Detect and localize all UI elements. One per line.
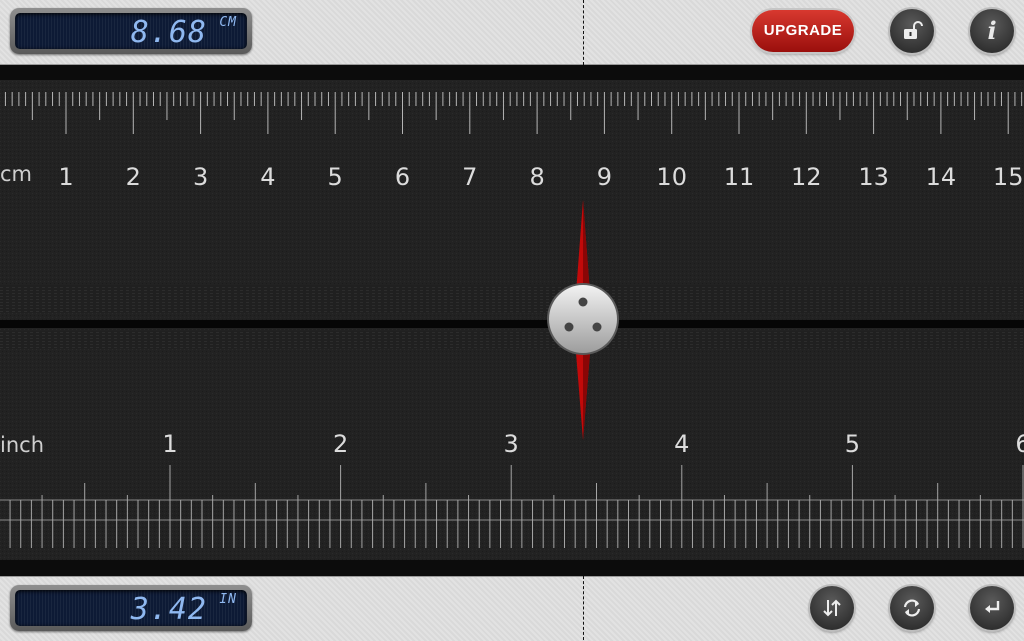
rotate-button[interactable] <box>890 586 934 630</box>
cm-readout-value: 8.68 <box>130 15 207 50</box>
bottom-ruler-edge <box>0 560 1024 576</box>
cm-tick-label: 13 <box>858 163 889 191</box>
inch-tick-label: 1 <box>162 430 177 458</box>
inch-tick-label: 5 <box>845 430 860 458</box>
inch-tick-label: 4 <box>674 430 689 458</box>
cm-tick-label: 8 <box>529 163 544 191</box>
ruler-area[interactable]: 1 2 3 4 5 6 7 8 9 10 11 12 13 14 15 cm 123456 inch <box>0 65 1024 576</box>
ruler-separator <box>0 320 1024 328</box>
knob-screw <box>564 322 574 332</box>
cm-tick-label: 15 <box>993 163 1024 191</box>
cm-tick-label: 2 <box>126 163 141 191</box>
cm-tick-label: 6 <box>395 163 410 191</box>
inch-tick-label: 2 <box>333 430 348 458</box>
cm-tick-label: 3 <box>193 163 208 191</box>
bottom-toolbar: 3.42 IN <box>0 576 1024 641</box>
cm-tick-label: 11 <box>724 163 755 191</box>
inch-readout-unit: IN <box>219 592 237 607</box>
swap-direction-icon <box>823 599 841 617</box>
cm-tick-label: 9 <box>597 163 612 191</box>
swap-button[interactable] <box>810 586 854 630</box>
info-icon: i <box>987 16 997 45</box>
unlocked-padlock-icon <box>904 21 923 39</box>
cm-tick-label: 7 <box>462 163 477 191</box>
cm-ruler <box>0 80 1024 320</box>
top-toolbar: 8.68 CM UPGRADE i <box>0 0 1024 65</box>
measure-line-bottom <box>583 576 584 640</box>
inch-unit-label: inch <box>0 433 44 457</box>
cm-tick-label: 10 <box>656 163 687 191</box>
inch-ruler-stitching <box>0 331 1024 349</box>
inch-readout-value: 3.42 <box>130 592 207 627</box>
knob[interactable] <box>549 285 617 353</box>
rotate-icon <box>903 599 921 617</box>
knob-screw <box>578 297 588 307</box>
cm-unit-label: cm <box>0 162 32 186</box>
cm-tick-label: 1 <box>58 163 73 191</box>
inch-tick-label: 6 <box>1015 430 1024 458</box>
cm-tick-label: 4 <box>260 163 275 191</box>
inch-readout-display: 3.42 IN <box>10 585 252 631</box>
return-icon <box>985 601 1000 613</box>
cm-ruler-stitching <box>0 285 1024 313</box>
cm-tick-label: 12 <box>791 163 822 191</box>
top-ruler-edge <box>0 65 1024 80</box>
info-button[interactable]: i <box>970 9 1014 53</box>
cm-readout-display: 8.68 CM <box>10 8 252 54</box>
inch-tick-label: 3 <box>504 430 519 458</box>
upgrade-button[interactable]: UPGRADE <box>752 10 854 52</box>
knob-screw <box>592 322 602 332</box>
lock-button[interactable] <box>890 9 934 53</box>
cm-tick-label: 5 <box>328 163 343 191</box>
cm-tick-label: 14 <box>926 163 957 191</box>
measure-line-top <box>583 0 584 65</box>
cm-readout-unit: CM <box>219 15 237 30</box>
cm-labels: 1 2 3 4 5 6 7 8 9 10 11 12 13 14 15 <box>58 163 1023 191</box>
return-button[interactable] <box>970 586 1014 630</box>
